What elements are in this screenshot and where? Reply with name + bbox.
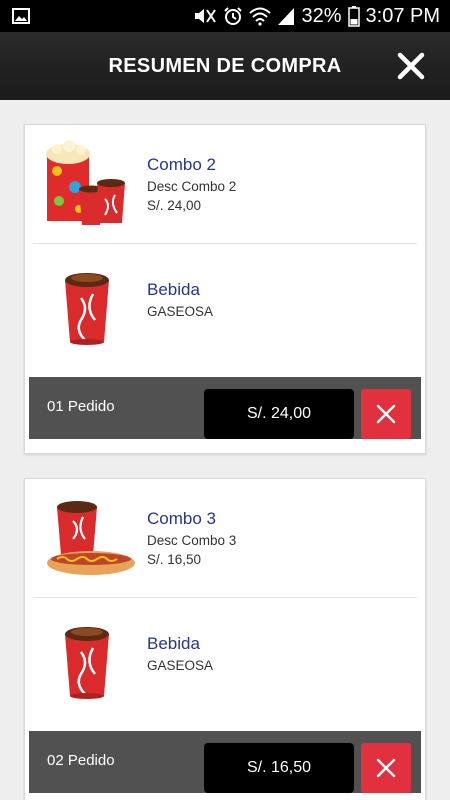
soda-cup-image	[65, 627, 109, 699]
battery-icon	[347, 6, 360, 27]
order-total-button[interactable]: S/. 24,00	[204, 389, 354, 439]
order-card: Combo 3 Desc Combo 3 S/. 16,50 Bebida GA…	[24, 478, 426, 800]
list-item[interactable]: Bebida GASEOSA	[25, 244, 425, 362]
popcorn-and-drinks-image	[46, 140, 125, 225]
item-name: Bebida	[147, 280, 200, 299]
item-name: Combo 2	[147, 155, 216, 174]
list-item[interactable]: Bebida GASEOSA	[25, 598, 425, 716]
order-label: 01 Pedido	[47, 398, 115, 415]
list-item[interactable]: Combo 3 Desc Combo 3 S/. 16,50	[25, 479, 425, 597]
close-icon	[376, 404, 396, 424]
item-desc: GASEOSA	[147, 304, 214, 319]
image-icon	[12, 8, 30, 24]
item-desc: Desc Combo 2	[147, 179, 237, 194]
close-icon[interactable]	[396, 51, 426, 81]
clock: 3:07 PM	[365, 4, 440, 27]
item-price: S/. 16,50	[147, 552, 202, 567]
item-price: S/. 24,00	[147, 198, 202, 213]
soda-cup-image	[65, 273, 109, 345]
order-label: 02 Pedido	[47, 752, 115, 769]
signal-icon	[278, 8, 295, 25]
alarm-icon	[224, 7, 243, 25]
hotdog-and-drink-image	[47, 501, 135, 575]
page-title: RESUMEN DE COMPRA	[108, 54, 342, 77]
item-desc: Desc Combo 3	[147, 533, 237, 548]
wifi-icon	[249, 7, 272, 26]
mute-icon	[195, 9, 217, 23]
list-item[interactable]: Combo 2 Desc Combo 2 S/. 24,00	[25, 125, 425, 243]
item-name: Combo 3	[147, 509, 216, 528]
app-bar: RESUMEN DE COMPRA	[0, 32, 450, 100]
order-total-button[interactable]: S/. 16,50	[204, 743, 354, 793]
order-footer: 02 Pedido S/. 16,50	[29, 731, 421, 793]
delete-order-button[interactable]	[361, 389, 411, 439]
item-desc: GASEOSA	[147, 658, 214, 673]
item-name: Bebida	[147, 634, 200, 653]
delete-order-button[interactable]	[361, 743, 411, 793]
status-bar: 32% 3:07 PM	[0, 0, 450, 32]
order-footer: 01 Pedido S/. 24,00	[29, 377, 421, 439]
close-icon	[376, 758, 396, 778]
battery-percent: 32%	[301, 4, 342, 27]
order-card: Combo 2 Desc Combo 2 S/. 24,00 Bebida GA…	[24, 124, 426, 454]
